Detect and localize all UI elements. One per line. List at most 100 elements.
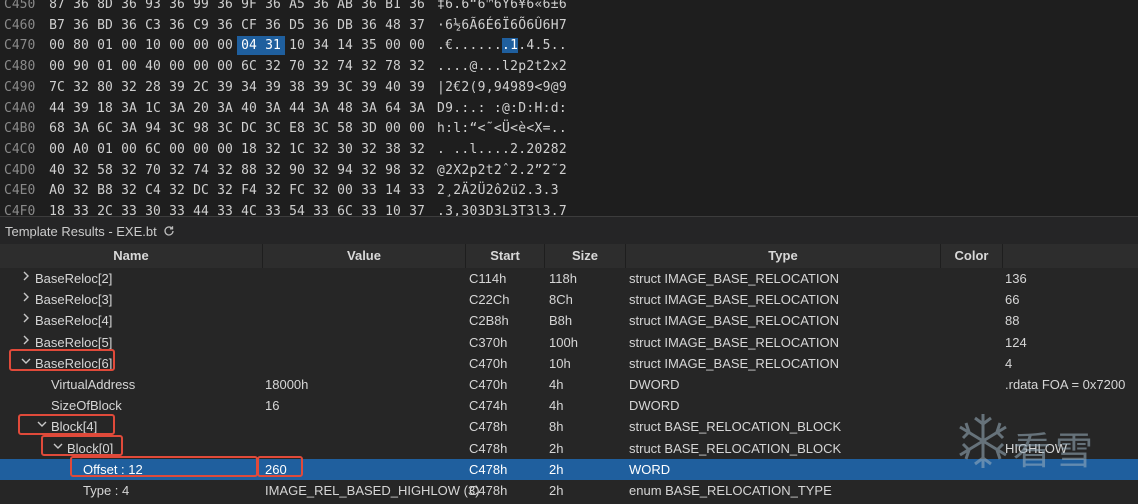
hex-byte[interactable]: 3D	[357, 119, 381, 138]
hex-byte[interactable]: 90	[69, 57, 93, 76]
hex-byte[interactable]: 33	[309, 202, 333, 216]
hex-byte[interactable]: DC	[237, 119, 261, 138]
hex-byte[interactable]: DB	[333, 16, 357, 35]
chevron-right-icon[interactable]	[20, 332, 32, 353]
hex-byte[interactable]: 00	[165, 140, 189, 159]
hex-byte[interactable]: 00	[405, 36, 429, 55]
hex-byte[interactable]: 32	[117, 161, 141, 180]
hex-ascii[interactable]: .3,303D3L3T3l3.7	[437, 204, 567, 216]
hex-byte[interactable]: 32	[261, 57, 285, 76]
hex-byte[interactable]: 36	[309, 0, 333, 14]
hex-byte[interactable]: 39	[69, 99, 93, 118]
hex-byte[interactable]: 34	[309, 36, 333, 55]
hex-byte[interactable]: 36	[117, 0, 141, 14]
hex-byte[interactable]: 00	[117, 140, 141, 159]
hex-byte[interactable]: 32	[213, 161, 237, 180]
hex-byte[interactable]: 3A	[309, 99, 333, 118]
hex-byte[interactable]: 58	[93, 161, 117, 180]
hex-byte[interactable]: 33	[117, 202, 141, 216]
hex-byte[interactable]: A0	[45, 181, 69, 200]
hex-ascii[interactable]: ·6½6Ã6É6Ï6Õ6Û6H7	[437, 18, 567, 33]
hex-byte[interactable]: C4	[141, 181, 165, 200]
hex-byte[interactable]: 32	[309, 181, 333, 200]
hex-byte[interactable]: 93	[141, 0, 165, 14]
hex-byte[interactable]: 1C	[285, 140, 309, 159]
hex-byte[interactable]: 38	[381, 140, 405, 159]
hex-byte[interactable]: 36	[357, 0, 381, 14]
hex-byte[interactable]: 00	[165, 57, 189, 76]
hex-byte[interactable]: 32	[69, 181, 93, 200]
hex-byte[interactable]: 44	[285, 99, 309, 118]
hex-byte[interactable]: 99	[189, 0, 213, 14]
hex-byte[interactable]: 30	[141, 202, 165, 216]
hex-byte[interactable]: 3A	[165, 99, 189, 118]
column-header-value[interactable]: Value	[263, 244, 466, 268]
chevron-right-icon[interactable]	[20, 268, 32, 289]
hex-byte[interactable]: 3A	[117, 99, 141, 118]
hex-byte[interactable]: 39	[261, 78, 285, 97]
hex-byte[interactable]: 32	[357, 140, 381, 159]
hex-byte[interactable]: 01	[93, 57, 117, 76]
hex-byte[interactable]: 54	[285, 202, 309, 216]
chevron-right-icon[interactable]	[20, 289, 32, 310]
hex-row[interactable]: C4C0 00 A0 01 00 6C 00 00 00 18 32 1C 32 30 32 38 32. ..…	[0, 140, 1138, 161]
hex-ascii[interactable]: D9.:.: :@:D:H:d:	[437, 101, 567, 116]
hex-byte[interactable]: BD	[93, 16, 117, 35]
hex-byte[interactable]: 39	[165, 78, 189, 97]
hex-byte[interactable]: 3A	[405, 99, 429, 118]
hex-byte[interactable]: 78	[381, 57, 405, 76]
hex-byte[interactable]: 3A	[117, 119, 141, 138]
hex-byte[interactable]: 14	[381, 181, 405, 200]
column-header-type[interactable]: Type	[626, 244, 941, 268]
hex-byte[interactable]: 00	[45, 57, 69, 76]
hex-byte[interactable]: 88	[237, 161, 261, 180]
hex-byte[interactable]: 3A	[261, 99, 285, 118]
hex-ascii[interactable]: ....@...l2p2t2x2	[437, 59, 567, 74]
hex-byte[interactable]: 33	[165, 202, 189, 216]
template-row[interactable]: BaseReloc[2] C114h 118h struct IMAGE_BASE_R…	[0, 268, 1138, 289]
hex-byte[interactable]: 3C	[165, 119, 189, 138]
hex-byte[interactable]: F4	[237, 181, 261, 200]
column-header-size[interactable]: Size	[545, 244, 626, 268]
hex-byte[interactable]: 90	[285, 161, 309, 180]
hex-byte[interactable]: C3	[141, 16, 165, 35]
hex-row[interactable]: C480 00 90 01 00 40 00 00 00 6C 32 70 32 74 32 78 32....…	[0, 57, 1138, 78]
refresh-icon[interactable]	[163, 225, 175, 240]
hex-byte[interactable]: 32	[117, 78, 141, 97]
hex-byte[interactable]: 00	[45, 140, 69, 159]
hex-byte[interactable]: 2C	[93, 202, 117, 216]
hex-byte[interactable]: 36	[165, 16, 189, 35]
hex-byte[interactable]: 94	[333, 161, 357, 180]
hex-byte[interactable]: 80	[69, 36, 93, 55]
hex-byte[interactable]: 31	[261, 36, 285, 56]
template-row[interactable]: BaseReloc[6] C470h 10h struct IMAGE_BASE_RE…	[0, 353, 1138, 374]
hex-byte[interactable]: 87	[45, 0, 69, 14]
hex-byte[interactable]: 32	[261, 181, 285, 200]
hex-byte[interactable]: D5	[285, 16, 309, 35]
hex-byte[interactable]: 32	[309, 57, 333, 76]
hex-byte[interactable]: 32	[405, 140, 429, 159]
hex-byte[interactable]: C9	[189, 16, 213, 35]
hex-byte[interactable]: 8D	[93, 0, 117, 14]
hex-row[interactable]: C450 87 36 8D 36 93 36 99 36 9F 36 A5 36 AB 36 B1 36 ‡6.6…	[0, 0, 1138, 16]
hex-byte[interactable]: 01	[93, 140, 117, 159]
hex-byte[interactable]: 00	[213, 36, 237, 55]
hex-byte[interactable]: 2C	[189, 78, 213, 97]
hex-byte[interactable]: DC	[189, 181, 213, 200]
hex-byte[interactable]: 36	[405, 0, 429, 14]
hex-byte[interactable]: 14	[333, 36, 357, 55]
hex-byte[interactable]: 18	[237, 140, 261, 159]
hex-byte[interactable]: 20	[189, 99, 213, 118]
hex-editor-view[interactable]: C450 87 36 8D 36 93 36 99 36 9F 36 A5 36 AB 36 B1 36 ‡6.6…	[0, 0, 1138, 216]
hex-byte[interactable]: 32	[69, 78, 93, 97]
hex-byte[interactable]: 3C	[213, 119, 237, 138]
hex-byte[interactable]: 28	[141, 78, 165, 97]
hex-byte[interactable]: 32	[309, 161, 333, 180]
hex-byte[interactable]: 32	[261, 140, 285, 159]
hex-byte[interactable]: 33	[357, 181, 381, 200]
hex-byte[interactable]: 33	[261, 202, 285, 216]
hex-byte[interactable]: 32	[309, 140, 333, 159]
hex-byte[interactable]: 70	[141, 161, 165, 180]
hex-byte[interactable]: A0	[69, 140, 93, 159]
hex-byte[interactable]: 39	[309, 78, 333, 97]
